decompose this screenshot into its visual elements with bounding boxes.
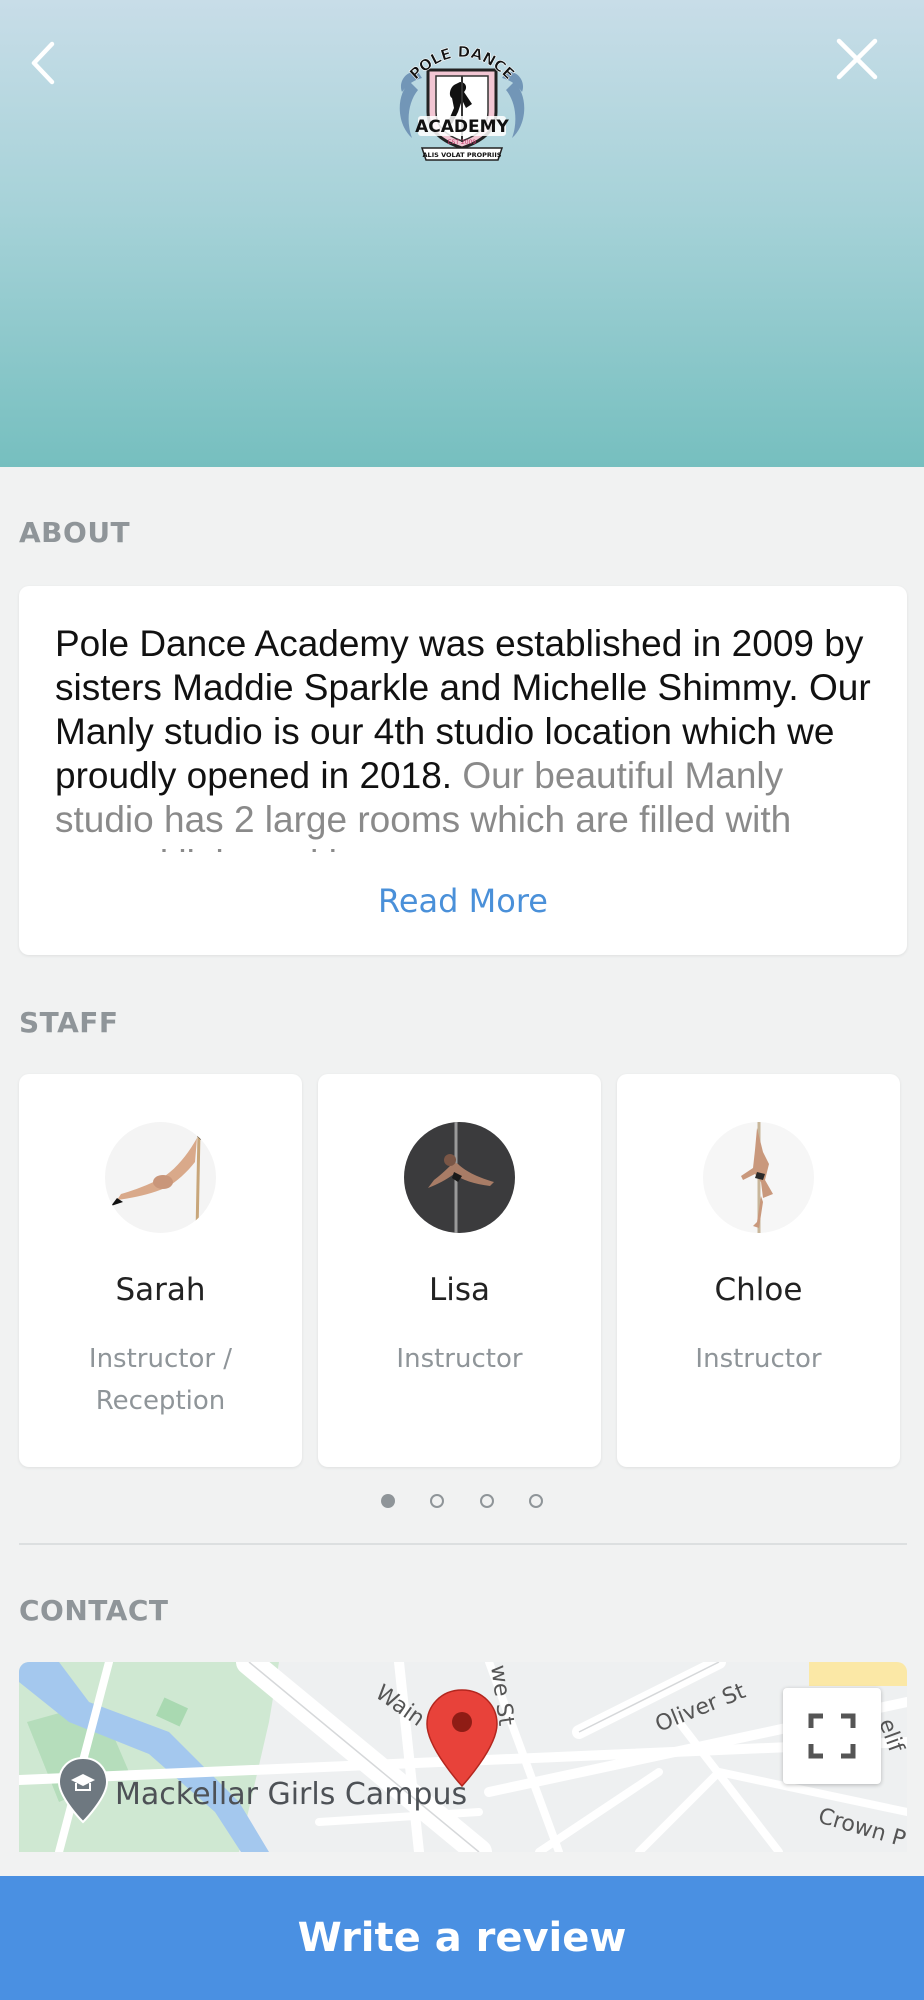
staff-avatar-lisa xyxy=(404,1122,515,1233)
chevron-left-icon xyxy=(31,41,55,85)
header-banner: POLE DANCE ACADEMY EST 2009 ALIS VOLAT P… xyxy=(0,0,924,467)
pagination-dot-1[interactable] xyxy=(381,1494,395,1508)
pagination-dot-2[interactable] xyxy=(430,1494,444,1508)
logo-est-text: EST 2009 xyxy=(448,139,477,146)
staff-role-sarah: Instructor / Reception xyxy=(88,1344,233,1416)
pagination-dot-4[interactable] xyxy=(529,1494,543,1508)
staff-name-chloe: Chloe xyxy=(714,1272,803,1308)
staff-pagination xyxy=(0,1494,924,1512)
business-detail-page: POLE DANCE ACADEMY EST 2009 ALIS VOLAT P… xyxy=(0,0,924,2000)
back-button[interactable] xyxy=(22,36,66,90)
close-icon xyxy=(836,38,878,80)
logo-motto: ALIS VOLAT PROPRIIS xyxy=(423,151,502,159)
studio-logo: POLE DANCE ACADEMY EST 2009 ALIS VOLAT P… xyxy=(392,42,532,170)
staff-avatar-sarah xyxy=(105,1122,216,1233)
staff-card-lisa[interactable]: Lisa Instructor xyxy=(318,1074,601,1467)
staff-section-label: STAFF xyxy=(19,1006,119,1039)
staff-role-chloe: Instructor xyxy=(695,1344,822,1374)
read-more-link[interactable]: Read More xyxy=(19,882,907,920)
about-text: Pole Dance Academy was established in 20… xyxy=(55,622,883,852)
staff-name-lisa: Lisa xyxy=(428,1272,491,1308)
logo-main-text: ACADEMY xyxy=(415,117,509,137)
about-card: Pole Dance Academy was established in 20… xyxy=(19,586,907,955)
close-button[interactable] xyxy=(834,36,880,82)
staff-role-lisa: Instructor xyxy=(396,1344,523,1374)
fullscreen-icon xyxy=(808,1713,856,1759)
staff-avatar-chloe xyxy=(703,1122,814,1233)
contact-section-label: CONTACT xyxy=(19,1594,169,1627)
write-review-button[interactable]: Write a review xyxy=(0,1876,924,2000)
map-fullscreen-button[interactable] xyxy=(783,1688,881,1784)
staff-card-sarah[interactable]: Sarah Instructor / Reception xyxy=(19,1074,302,1467)
location-map[interactable]: Wain we St Oliver St Crown P elif Mackel… xyxy=(19,1662,907,1852)
staff-card-chloe[interactable]: Chloe Instructor xyxy=(617,1074,900,1467)
about-section-label: ABOUT xyxy=(19,516,131,549)
section-divider xyxy=(19,1543,907,1545)
pagination-dot-3[interactable] xyxy=(480,1494,494,1508)
staff-name-sarah: Sarah xyxy=(115,1272,206,1308)
map-place-label: Mackellar Girls Campus xyxy=(115,1777,467,1812)
